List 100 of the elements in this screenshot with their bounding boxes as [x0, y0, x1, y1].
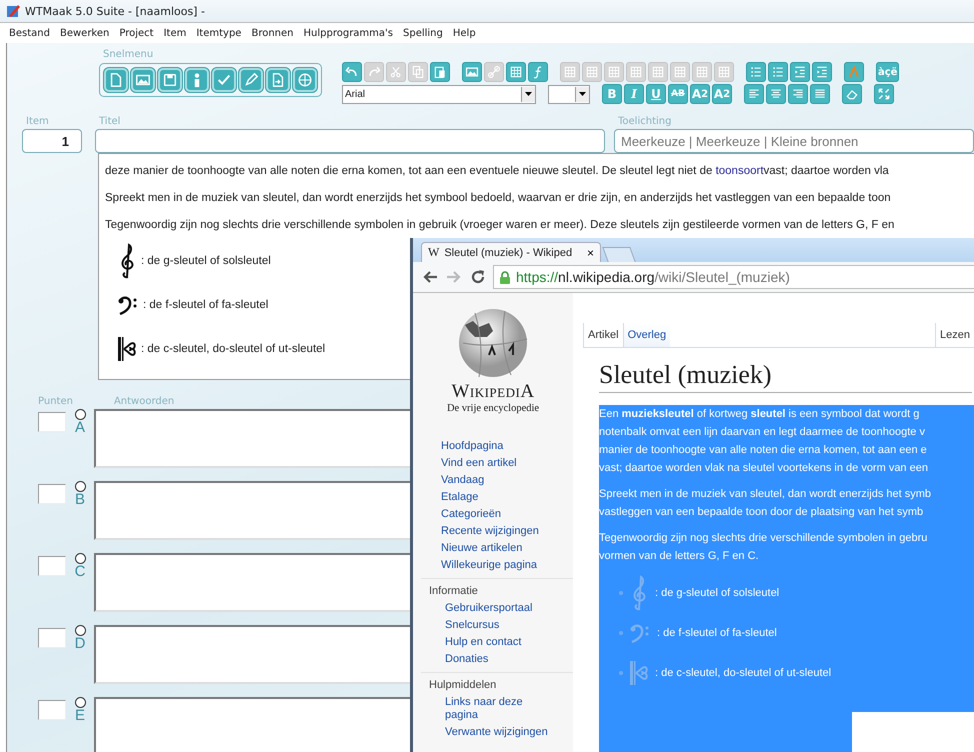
bullet-list-button[interactable] [768, 62, 788, 82]
nav-heading: Informatie [429, 584, 479, 599]
menu-item[interactable]: Help [448, 26, 481, 40]
justify-button[interactable] [810, 84, 830, 104]
nav-link[interactable]: Willekeurige pagina [441, 557, 553, 574]
check-icon [216, 72, 232, 88]
menu-item[interactable]: Bronnen [246, 26, 298, 40]
align-left-button[interactable] [744, 84, 764, 104]
nav-link[interactable]: Verwante wijzigingen [441, 724, 557, 741]
tagline: De vrije encyclopedie [446, 403, 540, 414]
back-icon [423, 271, 437, 283]
numbered-list-button[interactable] [746, 62, 766, 82]
forward-icon [447, 271, 461, 283]
indent-button[interactable] [812, 62, 832, 82]
caret-icon [525, 92, 532, 96]
table-icon [695, 65, 709, 79]
article-heading: Sleutel (muziek) [599, 360, 972, 393]
table-icon [717, 65, 731, 79]
address-field[interactable]: https://nl.wikipedia.org/wiki/Sleutel_(muziek) [493, 265, 974, 289]
nav-link[interactable]: Snelcursus [441, 617, 557, 634]
link[interactable]: toonsoort [716, 165, 764, 177]
radio-button[interactable] [74, 553, 86, 564]
function-button[interactable] [528, 62, 548, 82]
font-size-dropdown[interactable] [548, 84, 590, 104]
menu-item[interactable]: Project [114, 26, 159, 40]
radio-button[interactable] [74, 409, 86, 420]
nav-link[interactable]: Nieuwe artikelen [441, 540, 553, 557]
align-center-button[interactable] [766, 84, 786, 104]
disk-button[interactable] [158, 68, 182, 92]
table-button[interactable] [506, 62, 526, 82]
reload-button[interactable] [469, 268, 487, 286]
field-label: Titel [98, 116, 122, 127]
nav-link[interactable]: Categorieën [441, 506, 553, 523]
menu-item[interactable]: Hulpprogramma's [298, 26, 398, 40]
picture-icon [465, 65, 479, 79]
column-label: Antwoorden [112, 396, 174, 407]
menu-item[interactable]: Bewerken [54, 26, 114, 40]
caret-icon [579, 92, 586, 96]
font-dropdown[interactable]: Arial [342, 84, 536, 104]
nav-link[interactable]: Etalage [441, 489, 553, 506]
bullet-list-icon [771, 65, 785, 79]
align-right-button[interactable] [788, 84, 808, 104]
link-icon [487, 65, 501, 79]
bullet-icon [619, 591, 623, 595]
picture-button[interactable] [462, 62, 482, 82]
clef-caption: : de c-sleutel, do-sleutel of ut-sleutel [141, 343, 326, 355]
menu-item[interactable]: Spelling [398, 26, 448, 40]
picture-button[interactable] [131, 68, 155, 92]
menu-item[interactable]: Itemtype [191, 26, 246, 40]
article-paragraph: Tegenwoordig zijn nog slechts drie verschillende symbolen in gebru vormen van de letters G, F en C. [599, 531, 928, 564]
outdent-icon [793, 65, 807, 79]
favicon: W [428, 245, 440, 260]
page-tab[interactable]: Overleg [622, 323, 670, 347]
radio-button[interactable] [74, 697, 86, 708]
page-arrow-icon [270, 72, 286, 88]
nav-link[interactable]: Links naar deze pagina [441, 694, 557, 724]
highlight-button[interactable] [844, 62, 864, 82]
radio-button[interactable] [74, 481, 86, 492]
browser-tab[interactable]: W Sleutel (muziek) - Wikiped × [421, 242, 601, 262]
check-button[interactable] [212, 68, 236, 92]
field-label: Item [25, 116, 50, 127]
points-field[interactable] [38, 628, 66, 648]
nav-link[interactable]: Recente wijzigingen [441, 523, 553, 540]
nav-link[interactable]: Donaties [441, 651, 557, 668]
table-icon [563, 65, 577, 79]
table-icon [607, 65, 621, 79]
nav-link[interactable]: Gebruikersportaal [441, 600, 557, 617]
page-arrow-button[interactable] [266, 68, 290, 92]
close-button[interactable]: × [586, 246, 594, 260]
redo-icon [367, 65, 381, 79]
radio-button[interactable] [74, 625, 86, 636]
clef-caption: : de f-sleutel of fa-sleutel [143, 299, 268, 311]
expand-icon [877, 87, 891, 101]
points-field[interactable] [38, 700, 66, 720]
nav-link[interactable]: Hulp en contact [441, 634, 557, 651]
scissors-icon [389, 65, 403, 79]
info-button[interactable] [185, 68, 209, 92]
pencil-button[interactable] [239, 68, 263, 92]
menu-item[interactable]: Bestand [4, 26, 55, 40]
nav-link[interactable]: Vind een artikel [441, 455, 553, 472]
item-number-field[interactable]: 1 [22, 129, 82, 153]
page-button[interactable] [104, 68, 128, 92]
new-tab-button[interactable] [602, 247, 636, 262]
pencil-app-icon [6, 4, 20, 18]
undo-button[interactable] [342, 62, 362, 82]
eraser-button[interactable] [842, 84, 862, 104]
title-field[interactable] [95, 129, 605, 153]
points-field[interactable] [38, 484, 66, 504]
menu-item[interactable]: Item [158, 26, 192, 40]
bass-clef-icon [629, 623, 651, 643]
description-field[interactable]: Meerkeuze | Meerkeuze | Kleine bronnen [614, 129, 974, 153]
nav-link[interactable]: Vandaag [441, 472, 553, 489]
paste-button[interactable] [430, 62, 450, 82]
column-label: Punten [37, 396, 73, 407]
outdent-button[interactable] [790, 62, 810, 82]
nav-link[interactable]: Hoofdpagina [441, 438, 553, 455]
points-field[interactable] [38, 556, 66, 576]
expand-button[interactable] [874, 84, 894, 104]
globe-button[interactable] [293, 68, 317, 92]
points-field[interactable] [38, 412, 66, 432]
